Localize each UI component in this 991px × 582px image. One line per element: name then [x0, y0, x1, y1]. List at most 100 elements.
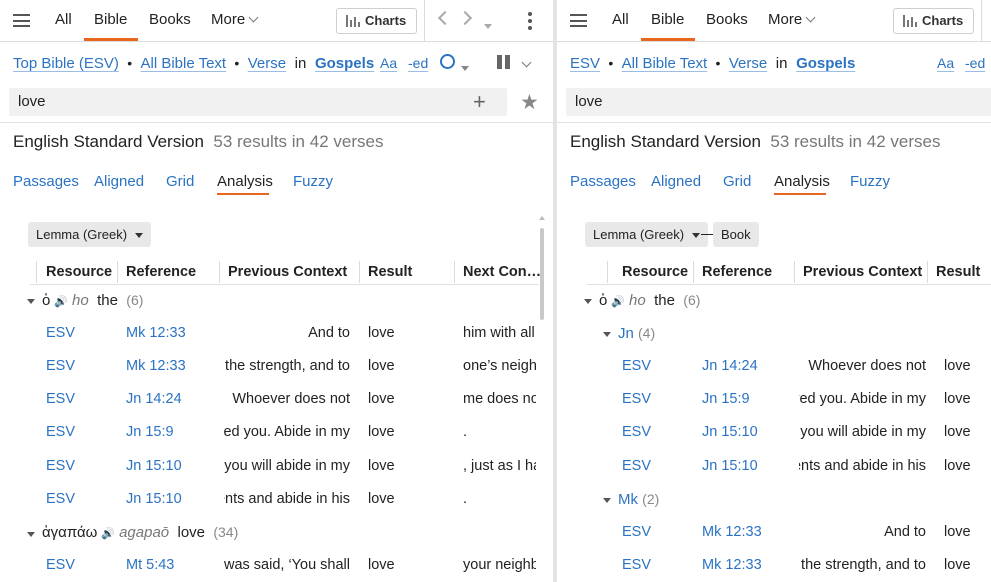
- collapse-triangle-icon[interactable]: [27, 299, 35, 304]
- filter-dropdown-icon[interactable]: [461, 60, 469, 78]
- history-dropdown-icon[interactable]: [484, 18, 492, 36]
- speaker-icon[interactable]: 🔊: [101, 527, 115, 540]
- lemma-group-row[interactable]: ὁ 🔊 ho the (6): [599, 292, 700, 309]
- row-reference[interactable]: Jn 15:10: [126, 458, 182, 474]
- resource-link[interactable]: Top Bible (ESV): [13, 55, 119, 72]
- row-reference[interactable]: Mt 5:43: [126, 557, 174, 573]
- subtab-analysis[interactable]: Analysis: [774, 173, 830, 190]
- column-resource[interactable]: Resource: [622, 264, 688, 280]
- column-divider[interactable]: [454, 261, 455, 283]
- star-icon[interactable]: ★: [520, 90, 539, 115]
- column-divider[interactable]: [219, 261, 220, 283]
- resource-link[interactable]: ESV: [570, 55, 600, 72]
- column-divider[interactable]: [117, 261, 118, 283]
- unit-link[interactable]: Verse: [729, 55, 767, 72]
- column-next-context[interactable]: Next Con…: [463, 264, 541, 280]
- column-previous-context[interactable]: Previous Context: [803, 264, 922, 280]
- column-reference[interactable]: Reference: [702, 264, 772, 280]
- book-group-row[interactable]: Mk (2): [618, 491, 659, 508]
- layout-icon[interactable]: [497, 55, 511, 69]
- group-by-chip[interactable]: Lemma (Greek): [28, 222, 152, 247]
- row-reference[interactable]: Jn 15:10: [126, 491, 182, 507]
- column-result[interactable]: Result: [368, 264, 412, 280]
- speaker-icon[interactable]: 🔊: [611, 295, 625, 308]
- column-divider[interactable]: [794, 261, 795, 283]
- subtab-grid[interactable]: Grid: [166, 173, 194, 190]
- row-reference[interactable]: Mk 12:33: [702, 557, 762, 573]
- group-by-book-chip[interactable]: Book: [713, 222, 759, 247]
- subtab-passages[interactable]: Passages: [570, 173, 636, 190]
- row-reference[interactable]: Jn 14:24: [126, 391, 182, 407]
- row-resource[interactable]: ESV: [46, 391, 75, 407]
- row-reference[interactable]: Jn 15:9: [702, 391, 750, 407]
- column-reference[interactable]: Reference: [126, 264, 196, 280]
- column-divider[interactable]: [693, 261, 694, 283]
- row-resource[interactable]: ESV: [46, 557, 75, 573]
- search-box[interactable]: love +: [9, 88, 507, 116]
- group-by-chip[interactable]: Lemma (Greek): [585, 222, 709, 247]
- tab-bible[interactable]: Bible: [94, 11, 127, 28]
- subtab-fuzzy[interactable]: Fuzzy: [293, 173, 333, 190]
- charts-button[interactable]: Charts: [336, 8, 418, 34]
- book-group-row[interactable]: Jn (4): [618, 325, 655, 342]
- charts-button[interactable]: Charts: [893, 8, 975, 34]
- row-resource[interactable]: ESV: [622, 524, 651, 540]
- tab-bible[interactable]: Bible: [651, 11, 684, 28]
- morph-icon[interactable]: -ed: [408, 55, 428, 71]
- column-resource[interactable]: Resource: [46, 264, 112, 280]
- row-resource[interactable]: ESV: [622, 391, 651, 407]
- lemma-group-row[interactable]: ἀγαπάω 🔊 agapaō love (34): [42, 524, 238, 541]
- row-reference[interactable]: Jn 15:9: [126, 424, 174, 440]
- scope-link[interactable]: All Bible Text: [140, 55, 226, 72]
- subtab-passages[interactable]: Passages: [13, 173, 79, 190]
- tab-all[interactable]: All: [612, 11, 629, 28]
- collapse-triangle-icon[interactable]: [27, 532, 35, 537]
- row-resource[interactable]: ESV: [622, 358, 651, 374]
- more-options-icon[interactable]: [528, 12, 532, 33]
- row-resource[interactable]: ESV: [46, 458, 75, 474]
- collapse-triangle-icon[interactable]: [584, 299, 592, 304]
- scope-link[interactable]: All Bible Text: [622, 55, 708, 72]
- range-link[interactable]: Gospels: [796, 55, 855, 72]
- layout-chevron-icon[interactable]: [521, 56, 532, 74]
- search-box[interactable]: love: [566, 88, 991, 116]
- row-resource[interactable]: ESV: [622, 557, 651, 573]
- search-input[interactable]: love: [18, 93, 46, 110]
- row-resource[interactable]: ESV: [46, 325, 75, 341]
- menu-icon[interactable]: [570, 14, 587, 27]
- subtab-grid[interactable]: Grid: [723, 173, 751, 190]
- subtab-analysis[interactable]: Analysis: [217, 173, 273, 190]
- range-link[interactable]: Gospels: [315, 55, 374, 72]
- row-reference[interactable]: Mk 12:33: [126, 358, 186, 374]
- collapse-triangle-icon[interactable]: [603, 498, 611, 503]
- column-divider[interactable]: [927, 261, 928, 283]
- row-resource[interactable]: ESV: [46, 358, 75, 374]
- row-resource[interactable]: ESV: [46, 424, 75, 440]
- tab-books[interactable]: Books: [706, 11, 748, 28]
- row-resource[interactable]: ESV: [46, 491, 75, 507]
- column-result[interactable]: Result: [936, 264, 980, 280]
- font-size-icon[interactable]: Aa: [380, 55, 397, 71]
- column-divider[interactable]: [36, 261, 37, 283]
- row-reference[interactable]: Mk 12:33: [702, 524, 762, 540]
- column-previous-context[interactable]: Previous Context: [228, 264, 347, 280]
- row-reference[interactable]: Jn 15:10: [702, 458, 758, 474]
- visual-filter-icon[interactable]: [440, 54, 455, 69]
- font-size-icon[interactable]: Aa: [937, 55, 954, 71]
- row-resource[interactable]: ESV: [622, 458, 651, 474]
- row-resource[interactable]: ESV: [622, 424, 651, 440]
- forward-arrow-icon[interactable]: [457, 10, 473, 26]
- tab-more[interactable]: More: [211, 11, 259, 28]
- subtab-aligned[interactable]: Aligned: [651, 173, 701, 190]
- row-reference[interactable]: Jn 15:10: [702, 424, 758, 440]
- lemma-group-row[interactable]: ὁ 🔊 ho the (6): [42, 292, 143, 309]
- unit-link[interactable]: Verse: [248, 55, 286, 72]
- back-arrow-icon[interactable]: [437, 10, 453, 26]
- speaker-icon[interactable]: 🔊: [54, 295, 68, 308]
- column-divider[interactable]: [607, 261, 608, 283]
- tab-all[interactable]: All: [55, 11, 72, 28]
- column-divider[interactable]: [359, 261, 360, 283]
- collapse-triangle-icon[interactable]: [603, 332, 611, 337]
- tab-books[interactable]: Books: [149, 11, 191, 28]
- scroll-up-icon[interactable]: [539, 216, 545, 220]
